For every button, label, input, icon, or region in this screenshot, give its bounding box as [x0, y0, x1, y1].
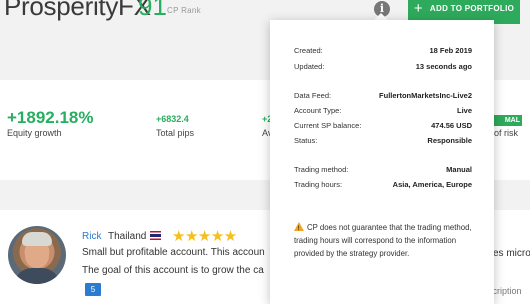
status-label: Status:	[294, 136, 318, 145]
sp-balance-label: Current SP balance:	[294, 121, 362, 130]
sp-balance-value: 474.56 USD	[431, 121, 472, 130]
trading-hours-row: Trading hours: Asia, America, Europe	[294, 180, 472, 190]
cp-rank-value: 91	[138, 0, 167, 21]
data-feed-value: FullertonMarketsInc-Live2	[379, 91, 472, 100]
cp-rank-label: CP Rank	[167, 6, 201, 15]
review-text-line: Small but profitable account. This accou…	[82, 247, 265, 258]
account-type-label: Account Type:	[294, 106, 342, 115]
review-text-fragment: es micro	[493, 248, 530, 259]
reviewer-country: Thailand	[108, 231, 147, 242]
data-feed-row: Data Feed: FullertonMarketsInc-Live2	[294, 91, 472, 101]
thailand-flag-icon	[150, 231, 161, 240]
plus-icon: +	[413, 0, 423, 17]
status-value: Responsible	[427, 136, 472, 145]
sp-balance-row: Current SP balance: 474.56 USD	[294, 121, 472, 131]
created-value: 18 Feb 2019	[429, 46, 472, 55]
risk-badge: MAL	[492, 115, 522, 126]
warning-icon	[294, 222, 304, 236]
review-text-line: The goal of this account is to grow the …	[82, 265, 264, 276]
trading-method-row: Trading method: Manual	[294, 165, 472, 175]
partial-stat-value: +2	[262, 114, 270, 124]
equity-growth-label: Equity growth	[7, 128, 62, 138]
risk-label: of risk	[494, 128, 519, 138]
account-type-value: Live	[456, 106, 472, 115]
comments-count-badge[interactable]: 5	[85, 283, 101, 296]
add-to-portfolio-label: ADD TO PORTFOLIO	[429, 3, 515, 13]
strategy-title: ProsperityFX	[4, 0, 151, 21]
reviewer-name-link[interactable]: Rick	[82, 231, 101, 242]
info-popover: Created: 18 Feb 2019 Updated: 13 seconds…	[270, 20, 494, 304]
trading-hours-label: Trading hours:	[294, 180, 343, 189]
updated-label: Updated:	[294, 62, 325, 71]
updated-value: 13 seconds ago	[415, 62, 472, 71]
trading-hours-value: Asia, America, Europe	[392, 180, 472, 189]
data-feed-label: Data Feed:	[294, 91, 332, 100]
account-type-row: Account Type: Live	[294, 106, 472, 116]
equity-growth-value: +1892.18%	[7, 108, 94, 127]
created-row: Created: 18 Feb 2019	[294, 46, 472, 56]
disclaimer-notice: CP does not guarantee that the trading m…	[294, 221, 474, 260]
partial-stat-label: Av	[262, 128, 270, 138]
trading-method-label: Trading method:	[294, 165, 349, 174]
status-row: Status: Responsible	[294, 136, 472, 146]
total-pips-label: Total pips	[156, 128, 195, 138]
created-label: Created:	[294, 46, 323, 55]
disclaimer-text: CP does not guarantee that the trading m…	[294, 223, 472, 258]
total-pips-value: +6832.4	[156, 114, 189, 124]
trading-method-value: Manual	[446, 165, 472, 174]
rating-stars: ★★★★★	[172, 228, 237, 245]
updated-row: Updated: 13 seconds ago	[294, 62, 472, 72]
avatar[interactable]	[8, 226, 66, 284]
